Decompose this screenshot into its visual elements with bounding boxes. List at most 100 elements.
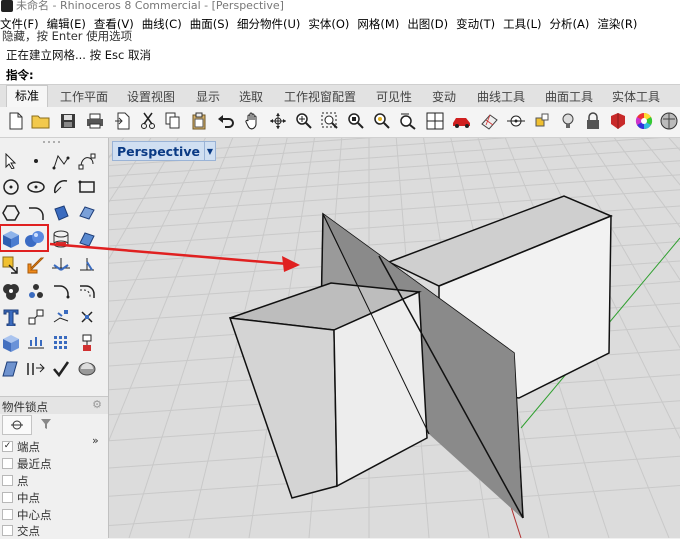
layer-stack-icon[interactable] bbox=[25, 332, 47, 354]
zoom-extents-icon[interactable] bbox=[346, 111, 366, 131]
explode-icon[interactable] bbox=[76, 306, 98, 328]
lock-icon[interactable] bbox=[583, 111, 603, 131]
cylinder-outline-icon[interactable] bbox=[50, 228, 72, 250]
osnap-checkbox[interactable] bbox=[2, 492, 13, 503]
chevron-down-icon[interactable]: ▼ bbox=[203, 142, 215, 160]
tab-transform[interactable]: 变动 bbox=[432, 88, 456, 105]
menu-solid[interactable]: 实体(O) bbox=[304, 16, 353, 32]
osnap-checkbox[interactable] bbox=[2, 458, 13, 469]
menu-dimension[interactable]: 出图(D) bbox=[403, 16, 452, 32]
cplane-icon[interactable] bbox=[506, 111, 526, 131]
set-cplane-icon[interactable] bbox=[50, 254, 72, 276]
pan-hand-icon[interactable] bbox=[242, 111, 262, 131]
paste-icon[interactable] bbox=[189, 111, 209, 131]
tab-display[interactable]: 显示 bbox=[196, 88, 220, 105]
menu-tools[interactable]: 工具(L) bbox=[499, 16, 545, 32]
osnap-checkbox[interactable] bbox=[2, 475, 13, 486]
osnap-icon[interactable] bbox=[533, 111, 553, 131]
osnap-option-mid[interactable]: 中点 bbox=[0, 489, 100, 506]
orange-arrow-icon[interactable] bbox=[25, 254, 47, 276]
menu-render[interactable]: 渲染(R) bbox=[593, 16, 641, 32]
osnap-checkbox[interactable] bbox=[2, 525, 13, 536]
tab-curve-tools[interactable]: 曲线工具 bbox=[477, 88, 525, 105]
filter-icon[interactable] bbox=[32, 415, 60, 433]
osnap-checkbox[interactable]: ✓ bbox=[2, 441, 13, 452]
arc-icon[interactable] bbox=[50, 176, 72, 198]
grid-icon[interactable] bbox=[479, 111, 499, 131]
open-folder-icon[interactable] bbox=[31, 111, 51, 131]
material-icon[interactable] bbox=[608, 111, 628, 131]
polygon-icon[interactable] bbox=[0, 202, 22, 224]
circle-icon[interactable] bbox=[0, 176, 22, 198]
extrude-surface-icon[interactable] bbox=[76, 202, 98, 224]
menu-subd[interactable]: 细分物件(U) bbox=[233, 16, 304, 32]
point-icon[interactable] bbox=[25, 150, 47, 172]
select-arrow-icon[interactable] bbox=[0, 150, 22, 172]
command-prompt[interactable]: 指令: bbox=[6, 67, 34, 83]
osnap-option-near[interactable]: 最近点 bbox=[0, 455, 100, 472]
gear-icon[interactable]: ⚙ bbox=[92, 398, 102, 411]
split-icon[interactable] bbox=[25, 358, 47, 380]
tab-surface-tools[interactable]: 曲面工具 bbox=[545, 88, 593, 105]
osnap-option-intersection[interactable]: 交点 bbox=[0, 522, 100, 539]
tab-cplanes[interactable]: 工作平面 bbox=[60, 88, 108, 105]
named-view-icon[interactable] bbox=[398, 111, 418, 131]
tab-select[interactable]: 选取 bbox=[239, 88, 263, 105]
sweep-icon[interactable] bbox=[0, 358, 22, 380]
dimension-icon[interactable] bbox=[76, 254, 98, 276]
rotate-view-icon[interactable] bbox=[268, 111, 288, 131]
solid-edit-icon[interactable] bbox=[0, 332, 22, 354]
grid-array-icon[interactable] bbox=[50, 332, 72, 354]
menu-analyze[interactable]: 分析(A) bbox=[546, 16, 594, 32]
surface-from-curves-icon[interactable] bbox=[50, 202, 72, 224]
render-sphere-icon[interactable] bbox=[659, 111, 679, 131]
mesh-plane-icon[interactable] bbox=[76, 228, 98, 250]
osnap-checkbox[interactable] bbox=[2, 509, 13, 520]
transform-move-icon[interactable] bbox=[0, 254, 22, 276]
boolean-union-icon[interactable] bbox=[0, 280, 22, 302]
curve-fillet-icon[interactable] bbox=[25, 202, 47, 224]
four-viewports-icon[interactable] bbox=[425, 111, 445, 131]
polyline-icon[interactable] bbox=[50, 150, 72, 172]
osnap-tab-snap[interactable] bbox=[2, 415, 32, 435]
perspective-viewport[interactable] bbox=[109, 138, 680, 538]
palette-grip[interactable] bbox=[40, 140, 64, 144]
copy-icon[interactable] bbox=[163, 111, 183, 131]
menu-curve[interactable]: 曲线(C) bbox=[138, 16, 186, 32]
fillet-edge-icon[interactable] bbox=[76, 280, 98, 302]
text-object-icon[interactable] bbox=[0, 306, 22, 328]
rhino-app-icon[interactable] bbox=[1, 0, 13, 12]
menu-mesh[interactable]: 网格(M) bbox=[353, 16, 403, 32]
curve-offset-icon[interactable] bbox=[50, 280, 72, 302]
point-cloud-icon[interactable] bbox=[25, 280, 47, 302]
zoom-window-icon[interactable] bbox=[320, 111, 340, 131]
check-icon[interactable] bbox=[50, 358, 72, 380]
tab-viewport-layout[interactable]: 工作视窗配置 bbox=[284, 88, 356, 105]
menu-transform[interactable]: 变动(T) bbox=[452, 16, 499, 32]
group-icon[interactable] bbox=[76, 332, 98, 354]
light-bulb-icon[interactable] bbox=[558, 111, 578, 131]
osnap-option-end[interactable]: ✓ 端点 bbox=[0, 438, 100, 455]
menu-surface[interactable]: 曲面(S) bbox=[186, 16, 233, 32]
curve-control-points-icon[interactable] bbox=[76, 150, 98, 172]
array-icon[interactable] bbox=[50, 306, 72, 328]
zoom-icon[interactable] bbox=[294, 111, 314, 131]
shade-icon[interactable] bbox=[76, 358, 98, 380]
print-icon[interactable] bbox=[85, 111, 105, 131]
tab-set-view[interactable]: 设置视图 bbox=[127, 88, 175, 105]
viewport-name[interactable]: Perspective bbox=[113, 144, 204, 159]
tab-solid-tools[interactable]: 实体工具 bbox=[612, 88, 660, 105]
osnap-option-center[interactable]: 中心点 bbox=[0, 506, 100, 523]
car-icon[interactable] bbox=[452, 111, 472, 131]
osnap-option-point[interactable]: 点 bbox=[0, 472, 100, 489]
viewport-title-tab[interactable]: Perspective ▼ bbox=[112, 141, 216, 161]
rectangle-icon[interactable] bbox=[76, 176, 98, 198]
new-file-icon[interactable] bbox=[6, 111, 26, 131]
ellipse-icon[interactable] bbox=[25, 176, 47, 198]
color-wheel-icon[interactable] bbox=[634, 111, 654, 131]
save-icon[interactable] bbox=[58, 111, 78, 131]
scale-icon[interactable] bbox=[25, 306, 47, 328]
undo-icon[interactable] bbox=[216, 111, 236, 131]
tab-visibility[interactable]: 可见性 bbox=[376, 88, 412, 105]
import-icon[interactable] bbox=[112, 111, 132, 131]
